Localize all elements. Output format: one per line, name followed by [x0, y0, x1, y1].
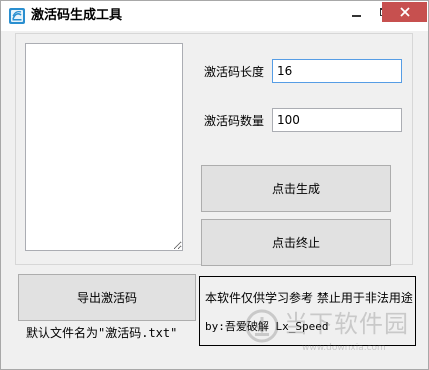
quantity-label: 激活码数量 [204, 114, 265, 128]
quantity-input[interactable] [272, 108, 402, 132]
generate-button[interactable]: 点击生成 [201, 165, 391, 212]
default-filename-note: 默认文件名为"激活码.txt" [26, 326, 178, 340]
minimize-icon [352, 15, 361, 17]
activation-code-output[interactable] [25, 43, 183, 251]
export-button[interactable]: 导出激活码 [18, 274, 196, 321]
stop-button[interactable]: 点击终止 [201, 219, 391, 266]
credit-text: by:吾爱破解 Lx_Speed [205, 320, 329, 333]
close-icon [399, 7, 410, 17]
app-window: 激活码生成工具 激活码长度 激活码数量 点击生成 点击终止 导出激活码 默认文件… [0, 0, 429, 370]
close-button[interactable] [382, 2, 427, 22]
notice-box: 本软件仅供学习参考 禁止用于非法用途 by:吾爱破解 Lx_Speed [199, 276, 416, 346]
client-area: 激活码长度 激活码数量 点击生成 点击终止 导出激活码 默认文件名为"激活码.t… [1, 31, 428, 369]
minimize-button[interactable] [342, 2, 371, 22]
length-label: 激活码长度 [204, 65, 265, 79]
disclaimer-text: 本软件仅供学习参考 禁止用于非法用途 [205, 291, 413, 305]
title-bar[interactable]: 激活码生成工具 [1, 1, 428, 31]
app-icon [9, 8, 25, 24]
window-title: 激活码生成工具 [31, 8, 123, 23]
length-input[interactable] [272, 59, 402, 83]
